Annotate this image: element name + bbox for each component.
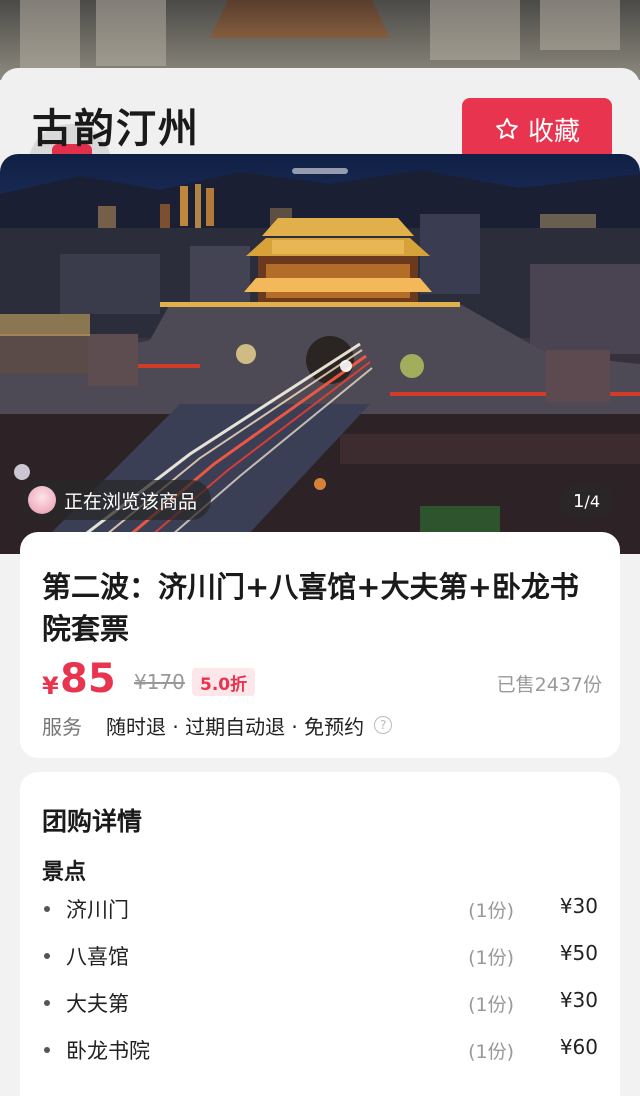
item-price: ¥30	[559, 894, 598, 918]
discount-badge: 5.0折	[192, 668, 256, 696]
item-name: 济川门	[66, 898, 129, 922]
item-price: ¥60	[559, 1035, 598, 1059]
browsing-indicator: 正在浏览该商品	[22, 480, 212, 520]
item-qty: (1份)	[468, 900, 514, 922]
original-price: ¥170	[134, 670, 185, 694]
price-row: ¥ 85 ¥170 5.0折 已售2437份	[42, 656, 602, 702]
counter-current: 1	[572, 490, 585, 512]
section-label: 景点	[42, 860, 87, 885]
bullet-icon	[44, 953, 50, 959]
bullet-icon	[44, 906, 50, 912]
drag-handle[interactable]	[292, 168, 348, 174]
item-qty: (1份)	[468, 1041, 514, 1063]
service-row[interactable]: 服务 随时退 · 过期自动退 · 免预约 ?	[42, 710, 393, 740]
favorite-button[interactable]: 收藏	[462, 98, 612, 160]
item-qty: (1份)	[468, 994, 514, 1016]
list-item: 大夫第 (1份) ¥30	[42, 988, 598, 1035]
item-price: ¥30	[559, 988, 598, 1012]
product-info-card: 第二波：济川门+八喜馆+大夫第+卧龙书院套票 ¥ 85 ¥170 5.0折 已售…	[20, 532, 620, 758]
item-name: 卧龙书院	[66, 1039, 150, 1063]
service-items: 随时退 · 过期自动退 · 免预约	[106, 714, 365, 739]
list-item: 济川门 (1份) ¥30	[42, 894, 598, 941]
product-image-gallery[interactable]: 正在浏览该商品 1/4	[0, 154, 640, 554]
counter-total: /4	[584, 491, 600, 511]
details-card: 团购详情 景点 济川门 (1份) ¥30 八喜馆 (1份) ¥50 大夫第 (1…	[20, 772, 620, 1096]
product-title: 第二波：济川门+八喜馆+大夫第+卧龙书院套票	[42, 570, 579, 646]
item-list: 济川门 (1份) ¥30 八喜馆 (1份) ¥50 大夫第 (1份) ¥30 卧…	[42, 894, 598, 1082]
item-name: 大夫第	[66, 992, 129, 1016]
favorite-label: 收藏	[527, 116, 580, 147]
viewer-avatar	[28, 486, 56, 514]
star-icon	[496, 118, 518, 139]
image-counter: 1/4	[558, 484, 614, 518]
list-item: 八喜馆 (1份) ¥50	[42, 941, 598, 988]
item-name: 八喜馆	[66, 945, 129, 969]
service-label: 服务	[42, 714, 82, 739]
item-price: ¥50	[559, 941, 598, 965]
bullet-icon	[44, 1047, 50, 1053]
sold-count: 已售2437份	[496, 674, 602, 696]
list-item: 卧龙书院 (1份) ¥60	[42, 1035, 598, 1082]
bullet-icon	[44, 1000, 50, 1006]
browsing-text: 正在浏览该商品	[64, 490, 198, 513]
help-icon[interactable]: ?	[374, 716, 393, 734]
page-title: 古韵汀州	[32, 106, 200, 152]
details-title: 团购详情	[42, 807, 143, 836]
currency-symbol: ¥	[42, 672, 59, 700]
current-price: 85	[60, 656, 116, 702]
item-qty: (1份)	[468, 947, 514, 969]
